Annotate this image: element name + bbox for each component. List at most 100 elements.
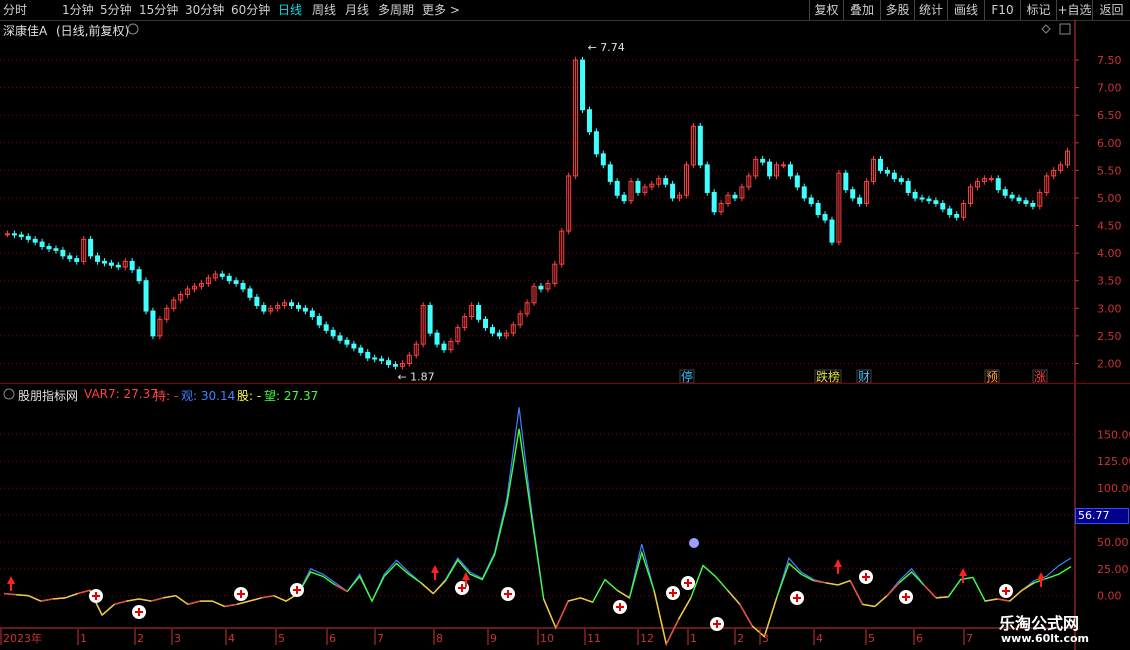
indicator-line-观 [3,407,1072,646]
indicator-low-segment [567,597,581,602]
event-tag: 预 [986,370,998,384]
candle-body [11,233,17,236]
candle-body [379,358,385,362]
high-marker: ← 7.74 [588,41,625,54]
candle-body [60,249,66,257]
candle-body [489,327,495,334]
indicator-low-segment [763,597,778,637]
indicator-low-segment [653,590,667,645]
pane-divider[interactable] [0,383,1130,384]
indicator-low-segment [163,595,176,599]
candle-body [919,197,925,200]
candle-body [995,178,1001,191]
candle-body [226,275,232,282]
candle-body [697,125,703,166]
indicator-low-segment [739,603,753,627]
indicator-low-segment [997,598,1010,602]
watermark-url: www.60lt.com [1001,632,1090,645]
up-arrow-marker [7,576,15,584]
candle-body [940,202,946,210]
candle-body [988,178,994,181]
candle-body [254,296,260,307]
candle-body [607,164,613,182]
event-tag: 涨 [1034,369,1046,384]
indicator-low-segment [432,580,447,595]
watermark-title: 乐淘公式网 [999,614,1080,633]
candle-body [1030,202,1036,207]
indicator-low-segment [3,592,17,596]
indicator-low-segment [1021,582,1035,591]
indicator-low-segment [886,582,900,597]
indicator-item-3: 股: - [237,389,262,403]
indicator-low-segment [936,596,949,599]
indicator-low-segment [334,584,348,593]
candle-body [635,180,641,193]
candle-body [372,357,378,360]
candle-body [427,305,433,334]
indicator-tick-label: 25.00 [1097,563,1129,576]
indicator-name[interactable]: 股朋指标网 [18,387,78,404]
candle-body [926,198,932,202]
candle-body [600,153,606,166]
indicator-low-segment [150,597,164,602]
candle-body [476,305,482,320]
indicator-low-segment [126,598,140,602]
candle-body [219,273,225,277]
candle-body [74,258,80,262]
indicator-item-2: 观: 30.14 [181,389,236,403]
indicator-low-segment [40,598,54,602]
candle-body [1023,200,1029,204]
indicator-low-segment [77,589,91,595]
sell-marker [689,538,699,548]
candle-body [295,305,301,309]
time-tick-label: 10 [540,632,554,645]
indicator-low-segment [212,600,226,608]
candle-body [829,219,835,243]
up-arrow-marker [1037,572,1045,580]
price-tick-label: 4.00 [1097,247,1122,260]
indicator-low-segment [837,579,851,586]
candle-body [233,280,239,284]
candle-body [496,332,502,337]
candle-body [441,343,447,351]
indicator-low-segment [273,595,287,602]
indicator-low-segment [101,603,115,616]
candle-body [136,269,142,282]
chevron-down-icon [127,23,139,35]
candle-body [53,248,59,251]
indicator-tick-label: 0.00 [1097,590,1122,603]
candle-body [843,172,849,191]
candle-body [732,194,738,199]
candle-body [365,351,371,359]
time-tick-label: 4 [228,632,235,645]
candle-body [108,262,114,266]
indicator-low-segment [665,619,680,645]
indicator-low-segment [52,597,66,600]
candle-body [704,164,710,193]
candle-body [787,164,793,177]
candle-body [240,282,246,290]
price-tick-label: 3.00 [1097,302,1122,315]
indicator-low-segment [580,597,593,603]
candle-body [351,343,357,349]
event-tag: 停 [681,369,693,384]
time-tick-label: 2 [737,632,744,645]
time-tick-label: 6 [916,632,923,645]
time-tick-label: 3 [762,632,769,645]
candle-body [538,285,544,290]
indicator-low-segment [187,600,201,606]
indicator-low-segment [677,597,692,620]
time-tick-label: 1 [80,632,87,645]
indicator-low-segment [28,595,42,602]
candle-body [316,316,322,326]
indicator-low-segment [923,584,937,599]
candle-body [857,197,863,204]
kline-chart[interactable]: 7.50 7.00 6.50 6.00 5.50 5.00 4.50 4.00 3.50 3.00… [0,0,1130,650]
indicator-low-segment [175,595,189,605]
candle-body [808,197,814,204]
time-tick-label: 7 [966,632,973,645]
indicator-low-segment [985,598,998,602]
price-tick-label: 3.50 [1097,275,1122,288]
candle-body [323,324,329,331]
candle-body [663,178,669,185]
